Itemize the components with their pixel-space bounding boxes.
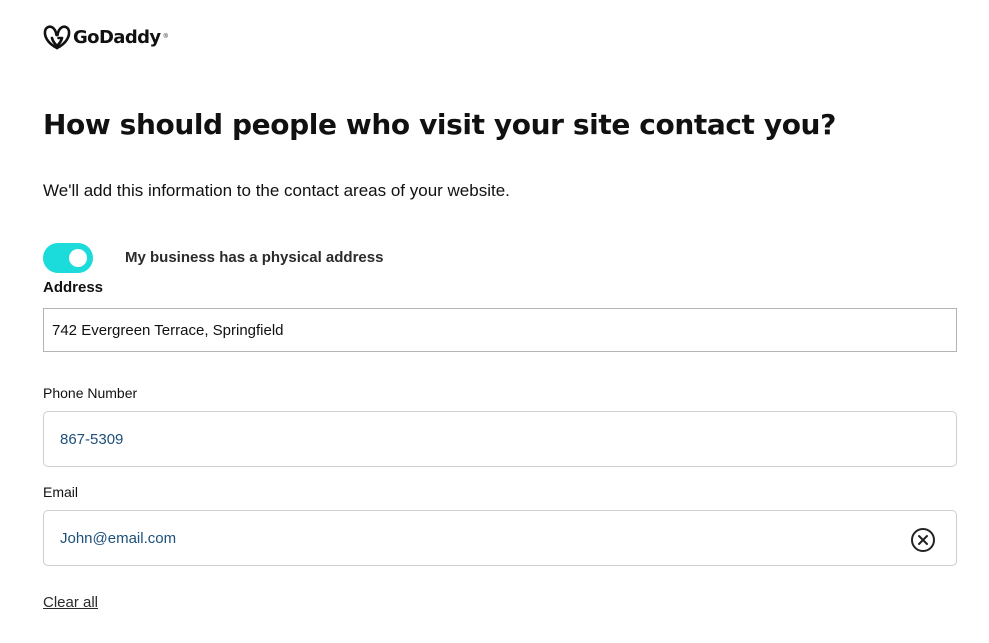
email-label: Email: [43, 484, 79, 500]
godaddy-logo[interactable]: GoDaddy ®: [43, 24, 168, 50]
toggle-knob: [69, 249, 87, 267]
clear-all-link[interactable]: Clear all: [43, 594, 98, 611]
page-title: How should people who visit your site co…: [43, 108, 836, 141]
logo-text: GoDaddy: [73, 26, 161, 48]
page-subtitle: We'll add this information to the contac…: [43, 181, 510, 200]
logo-trademark: ®: [163, 34, 168, 40]
email-field-container: [43, 510, 957, 566]
phone-number-label: Phone Number: [43, 385, 138, 401]
godaddy-heart-icon: [43, 25, 71, 50]
physical-address-toggle[interactable]: [43, 243, 93, 273]
physical-address-toggle-label: My business has a physical address: [125, 249, 384, 266]
email-input[interactable]: [44, 511, 956, 565]
address-field-container: [43, 308, 957, 352]
address-input[interactable]: [44, 309, 956, 351]
phone-number-field-container: [43, 411, 957, 467]
address-label: Address: [43, 279, 104, 296]
phone-number-input[interactable]: [44, 412, 956, 466]
circle-x-icon[interactable]: [910, 527, 936, 553]
